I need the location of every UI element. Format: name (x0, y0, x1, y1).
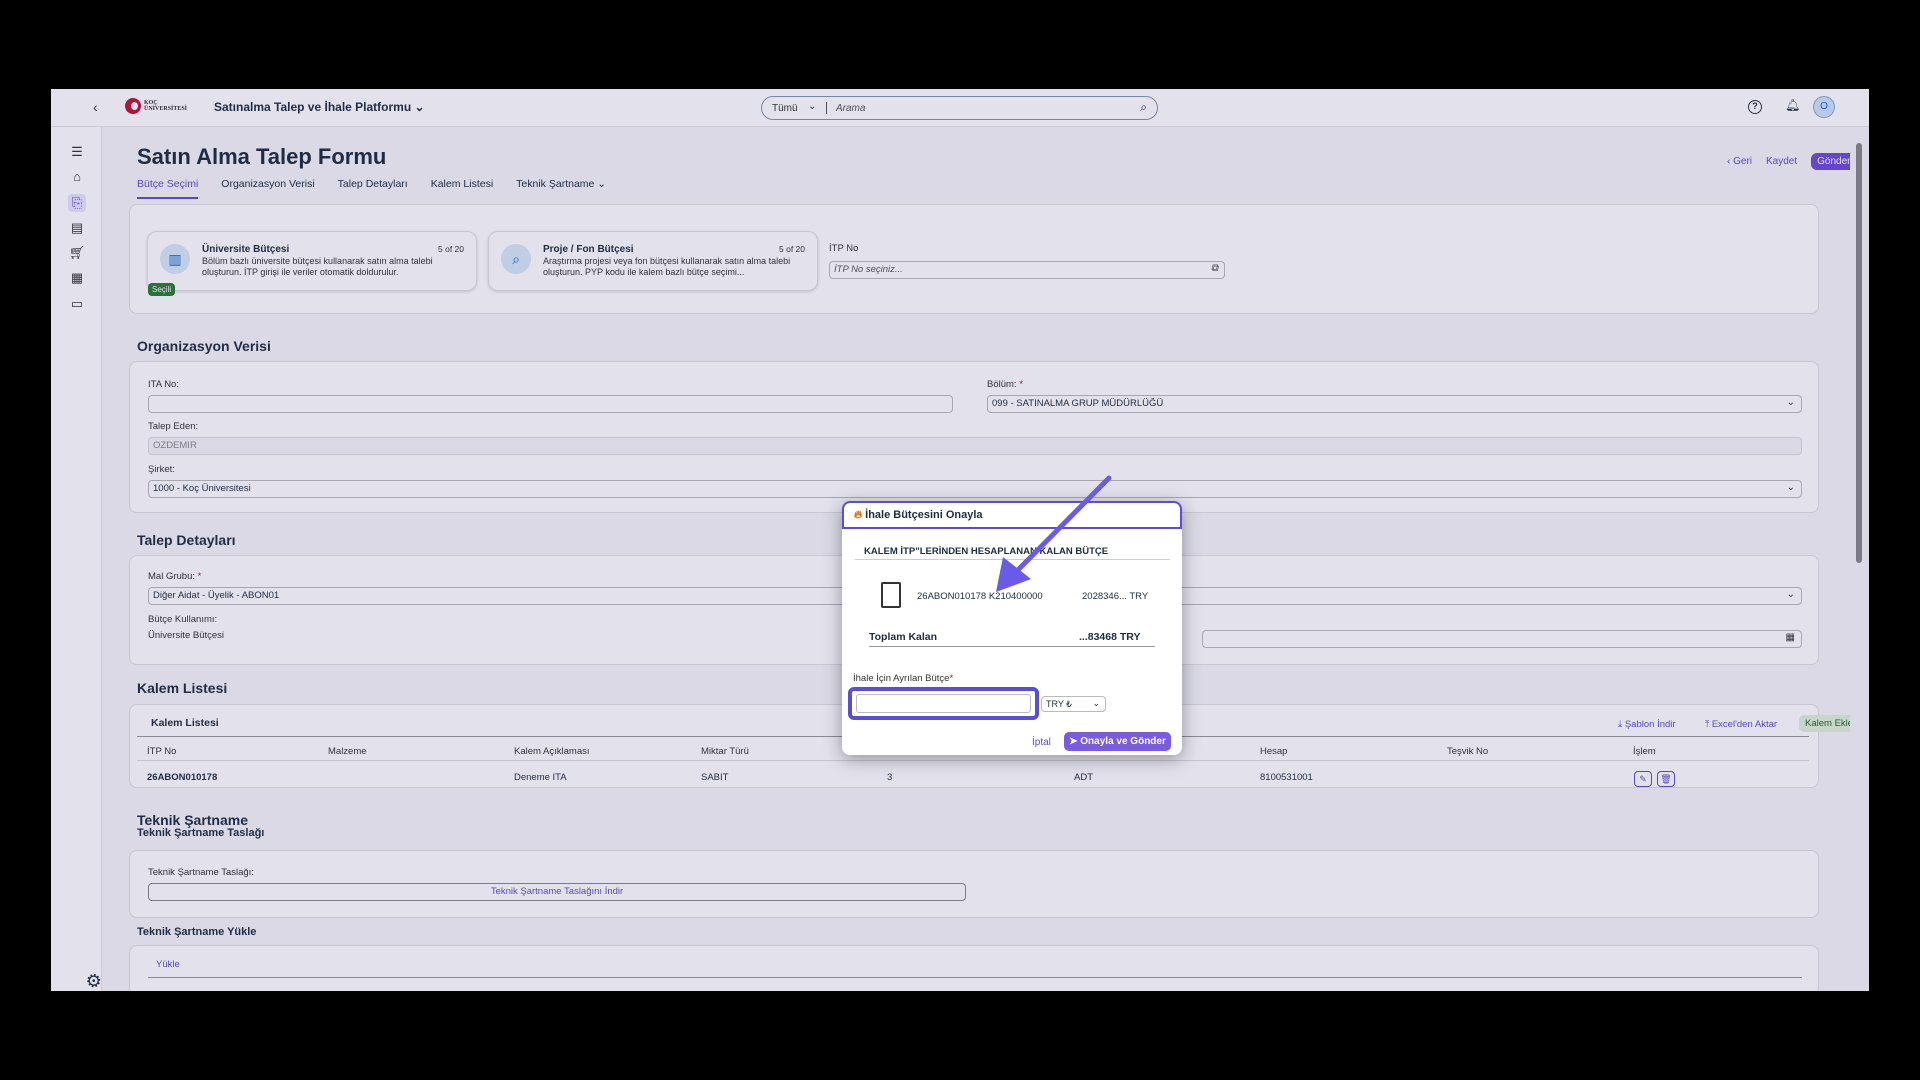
currency-value: TRY ₺ (1046, 699, 1072, 709)
chevron-down-icon: ⌄ (1092, 698, 1100, 708)
total-value: ...83468 TRY (1079, 631, 1141, 643)
budget-input-highlight (848, 687, 1039, 720)
confirm-send-label: Onayla ve Gönder (1080, 736, 1166, 747)
item-amount: 2028346... TRY (1082, 591, 1149, 602)
budget-input[interactable] (856, 694, 1031, 713)
application-window: ‹ KOÇ ÜNİVERSİTESİ Satınalma Talep ve İha… (51, 89, 1869, 991)
dialog-title: İhale Bütçesini Onayla (865, 509, 983, 521)
document-icon (881, 582, 901, 608)
budget-input-label-text: İhale İçin Ayrılan Bütçe (853, 673, 950, 684)
confirm-send-button[interactable]: ➤ Onayla ve Gönder (1064, 732, 1171, 751)
divider (855, 559, 1170, 560)
divider (869, 646, 1155, 647)
send-icon: ➤ (1069, 736, 1078, 747)
total-label: Toplam Kalan (869, 631, 938, 643)
dialog-header: 🔥︎ İhale Bütçesini Onayla (842, 501, 1182, 529)
confirm-budget-dialog: 🔥︎ İhale Bütçesini Onayla KALEM İTP"LERİ… (842, 501, 1182, 755)
cancel-button[interactable]: İptal (1032, 737, 1051, 748)
flame-icon: 🔥︎ (854, 509, 863, 521)
budget-input-label: İhale İçin Ayrılan Bütçe* (853, 673, 954, 684)
dialog-section-title: KALEM İTP"LERİNDEN HESAPLANAN KALAN BÜTÇ… (864, 546, 1109, 557)
currency-select[interactable]: TRY ₺ ⌄ (1041, 696, 1106, 712)
item-code: 26ABON010178 K210400000 (917, 591, 1043, 602)
